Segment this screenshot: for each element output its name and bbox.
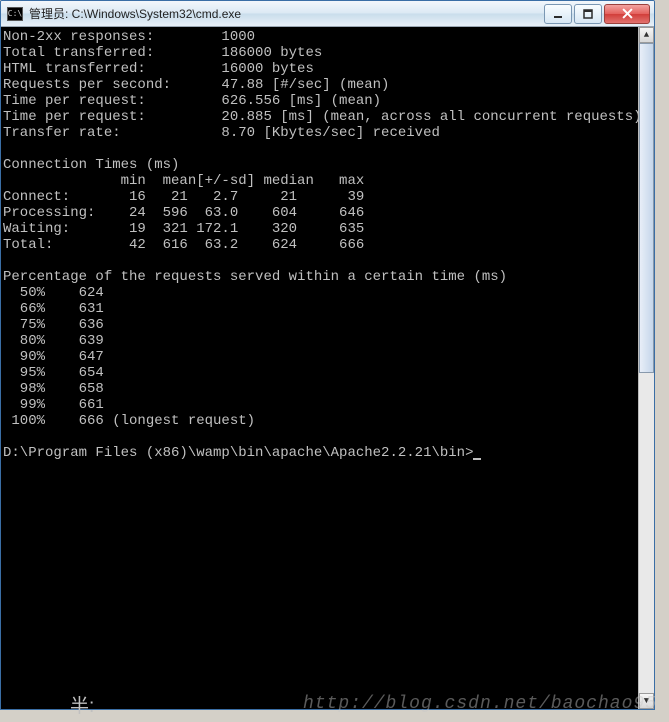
ime-indicator: 半: — [70, 691, 94, 718]
scrollbar-vertical[interactable]: ▲ ▼ — [638, 27, 654, 709]
minimize-button[interactable] — [544, 4, 572, 24]
terminal-area[interactable]: Non-2xx responses: 1000 Total transferre… — [1, 27, 654, 709]
close-button[interactable] — [604, 4, 650, 24]
cmd-window: C:\ 管理员: C:\Windows\System32\cmd.exe Non… — [0, 0, 655, 710]
cmd-icon: C:\ — [7, 7, 23, 21]
titlebar[interactable]: C:\ 管理员: C:\Windows\System32\cmd.exe — [1, 1, 654, 27]
window-controls — [542, 4, 654, 24]
window-title: 管理员: C:\Windows\System32\cmd.exe — [29, 5, 241, 22]
ime-text: 半: — [70, 691, 94, 718]
terminal-output: Non-2xx responses: 1000 Total transferre… — [3, 29, 652, 461]
title-left: C:\ 管理员: C:\Windows\System32\cmd.exe — [7, 5, 241, 22]
cursor — [473, 458, 481, 460]
maximize-button[interactable] — [574, 4, 602, 24]
prompt-text: D:\Program Files (x86)\wamp\bin\apache\A… — [3, 445, 473, 461]
scroll-thumb[interactable] — [639, 43, 654, 373]
scroll-down-button[interactable]: ▼ — [639, 693, 654, 709]
scroll-track[interactable] — [639, 43, 654, 693]
scroll-up-button[interactable]: ▲ — [639, 27, 654, 43]
